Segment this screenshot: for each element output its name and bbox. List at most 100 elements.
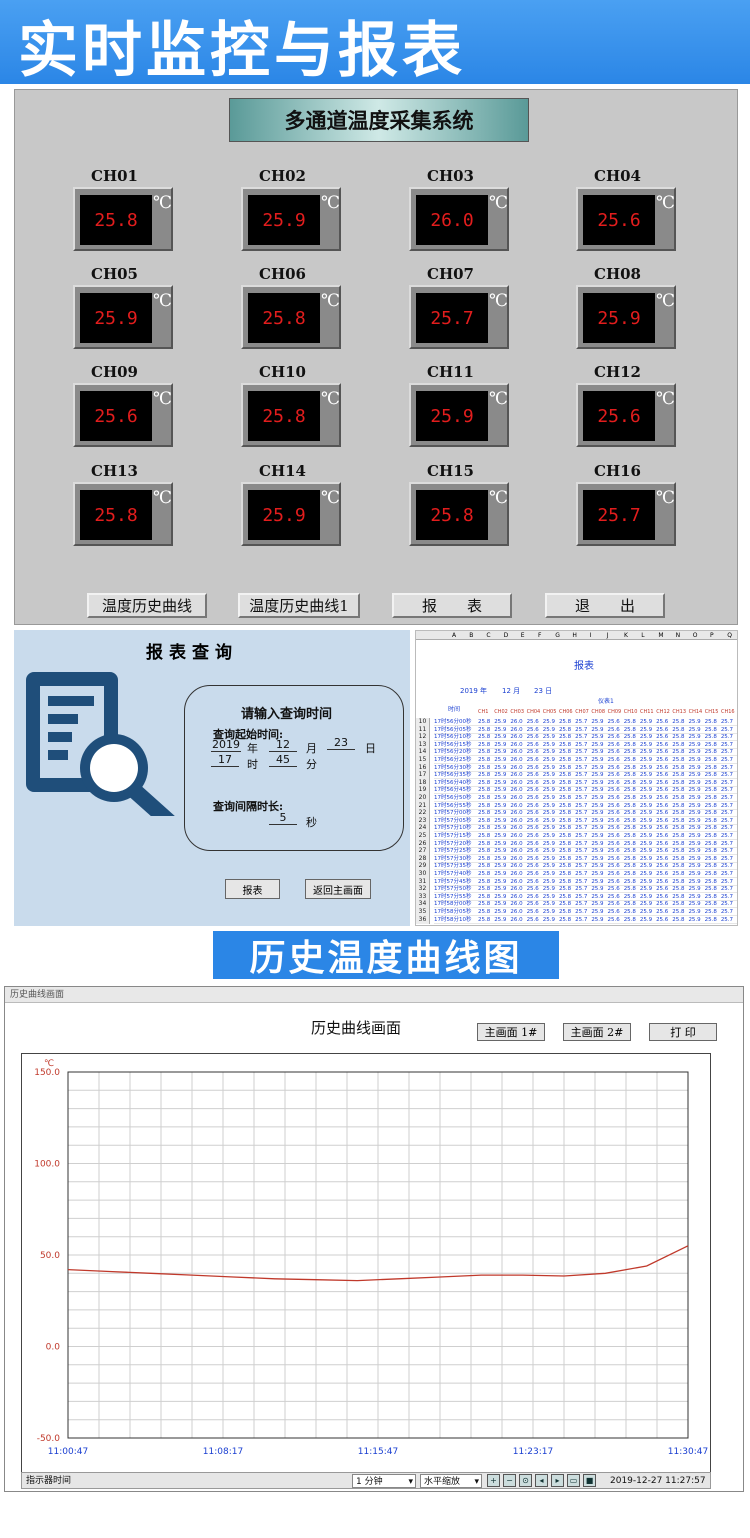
history-banner: 历史温度曲线图 [213, 931, 559, 979]
month-input[interactable]: 12 [269, 738, 297, 752]
print-button[interactable]: 打 印 [649, 1023, 717, 1041]
main-screen-1-button[interactable]: 主画面 1# [477, 1023, 545, 1041]
column-letter: C [486, 632, 491, 639]
zoom-select[interactable]: 水平缩放 ▾ [420, 1474, 482, 1488]
sheet-channel-header: CH09 [607, 709, 622, 715]
channel-label: CH04 [594, 167, 641, 185]
history-chart-svg: ℃150.0100.050.00.0-50.011:00:47 11:08:17 1… [34, 1059, 708, 1457]
pan-left-icon[interactable]: ◂ [535, 1474, 548, 1487]
interval-input[interactable]: 5 [269, 811, 297, 825]
row-cell: 25.6 [607, 916, 620, 923]
stop-icon[interactable]: ■ [583, 1474, 596, 1487]
exit-button[interactable]: 退 出 [545, 593, 665, 618]
row-time: 17时58分10秒 [434, 916, 472, 923]
channel-value: 25.9 [416, 391, 488, 441]
y-tick-label: 100.0 [34, 1160, 60, 1170]
back-to-main-button[interactable]: 返回主画面 [305, 879, 371, 899]
channel-unit: ℃ [489, 389, 509, 409]
channel-15: CH15 25.8 ℃ [409, 462, 519, 550]
month-unit: 月 [306, 742, 317, 755]
column-header-bar: A B C D E F G H I J K L M N O P Q [416, 631, 737, 640]
channel-unit: ℃ [153, 291, 173, 311]
query-input-box: 请输入查询时间 查询起始时间: 2019 年 12 月 23 日 17 时 45… [184, 685, 404, 851]
sheet-day: 23 日 [534, 687, 553, 695]
row-cell: 25.9 [542, 916, 555, 923]
x-tick-label: 11:08:17 [203, 1447, 243, 1457]
year-input[interactable]: 2019 [211, 738, 241, 752]
channel-value: 26.0 [416, 195, 488, 245]
reset-icon[interactable]: ⊙ [519, 1474, 532, 1487]
banner-title: 实时监控与报表 [18, 16, 466, 86]
channel-value: 25.6 [583, 195, 655, 245]
main-screen-2-button[interactable]: 主画面 2# [563, 1023, 631, 1041]
column-letter: M [658, 632, 664, 639]
channel-label: CH14 [259, 462, 306, 480]
channel-label: CH08 [594, 265, 641, 283]
channel-label: CH03 [427, 167, 474, 185]
window-titlebar: 历史曲线画面 [5, 987, 743, 1003]
history-chart: ℃ 150.0 100.0 50.0 0.0 -50.0 11:00:47 11:08:17 1… [21, 1053, 711, 1473]
top-banner: 实时监控与报表 [0, 0, 750, 86]
sheet-channel-header: CH07 [575, 709, 589, 715]
column-letter: K [624, 632, 628, 639]
query-box-title: 请输入查询时间 [241, 707, 333, 722]
row-cell: 25.6 [526, 916, 539, 923]
channel-display: 25.9 ℃ [409, 383, 509, 447]
sheet-channel-header: CH03 [510, 709, 525, 715]
channel-label: CH07 [427, 265, 474, 283]
channel-14: CH14 25.9 ℃ [241, 462, 351, 550]
zoom-in-icon[interactable]: + [487, 1474, 500, 1487]
channel-unit: ℃ [489, 193, 509, 213]
channel-value: 25.8 [416, 490, 488, 540]
temp-history-1-button[interactable]: 温度历史曲线1 [238, 593, 360, 618]
channel-display: 25.8 ℃ [409, 482, 509, 546]
interval-select[interactable]: 1 分钟 ▾ [352, 1474, 416, 1488]
row-cell: 25.9 [591, 916, 604, 923]
sheet-channel-header: CH04 [526, 709, 541, 715]
chevron-down-icon: ▾ [408, 1477, 413, 1487]
row-cell: 25.7 [575, 916, 588, 923]
day-unit: 日 [365, 742, 376, 755]
channel-label: CH10 [259, 363, 306, 381]
column-letter: L [641, 632, 645, 639]
x-tick-label: 11:15:47 [358, 1447, 398, 1457]
sheet-group: 仪表1 [598, 698, 614, 705]
column-letter: Q [727, 632, 732, 639]
hour-input[interactable]: 17 [211, 753, 239, 767]
channel-unit: ℃ [656, 488, 676, 508]
sheet-channel-header: CH08 [591, 709, 606, 715]
pan-right-icon[interactable]: ▸ [551, 1474, 564, 1487]
column-letter: A [452, 632, 457, 639]
query-report-button[interactable]: 报表 [225, 879, 280, 899]
y-tick-label: 0.0 [46, 1343, 61, 1353]
sheet-channel-header: CH12 [656, 709, 670, 715]
day-input[interactable]: 23 [327, 736, 355, 750]
channel-unit: ℃ [656, 193, 676, 213]
report-button[interactable]: 报 表 [392, 593, 512, 618]
channel-12: CH12 25.6 ℃ [576, 363, 686, 451]
page-icon[interactable]: ▭ [567, 1474, 580, 1487]
channel-label: CH09 [91, 363, 138, 381]
history-window: 历史曲线画面 历史曲线画面 主画面 1# 主画面 2# 打 印 ℃ 150.0 10… [4, 986, 744, 1492]
column-letter: H [572, 632, 577, 639]
channel-unit: ℃ [489, 291, 509, 311]
x-tick-label: 11:30:47 [668, 1447, 708, 1457]
row-cell: 25.6 [656, 916, 669, 923]
channel-display: 25.8 ℃ [241, 383, 341, 447]
minute-input[interactable]: 45 [269, 753, 297, 767]
sheet-channel-header: CH02 [494, 709, 508, 715]
channel-display: 25.8 ℃ [73, 187, 173, 251]
column-letter: I [589, 632, 592, 639]
x-tick-label: 11:00:47 [48, 1447, 88, 1457]
column-letter: F [538, 632, 542, 639]
channel-8: CH08 25.9 ℃ [576, 265, 686, 353]
x-tick-label: 11:23:17 [513, 1447, 553, 1457]
sheet-channel-header: CH06 [559, 709, 573, 715]
temp-history-button[interactable]: 温度历史曲线 [87, 593, 207, 618]
channel-display: 25.7 ℃ [409, 285, 509, 349]
sheet-channel-header: CH14 [688, 709, 703, 715]
zoom-out-icon[interactable]: − [503, 1474, 516, 1487]
channel-label: CH16 [594, 462, 641, 480]
system-title: 多通道温度采集系统 [229, 98, 529, 142]
channel-display: 25.6 ℃ [576, 187, 676, 251]
